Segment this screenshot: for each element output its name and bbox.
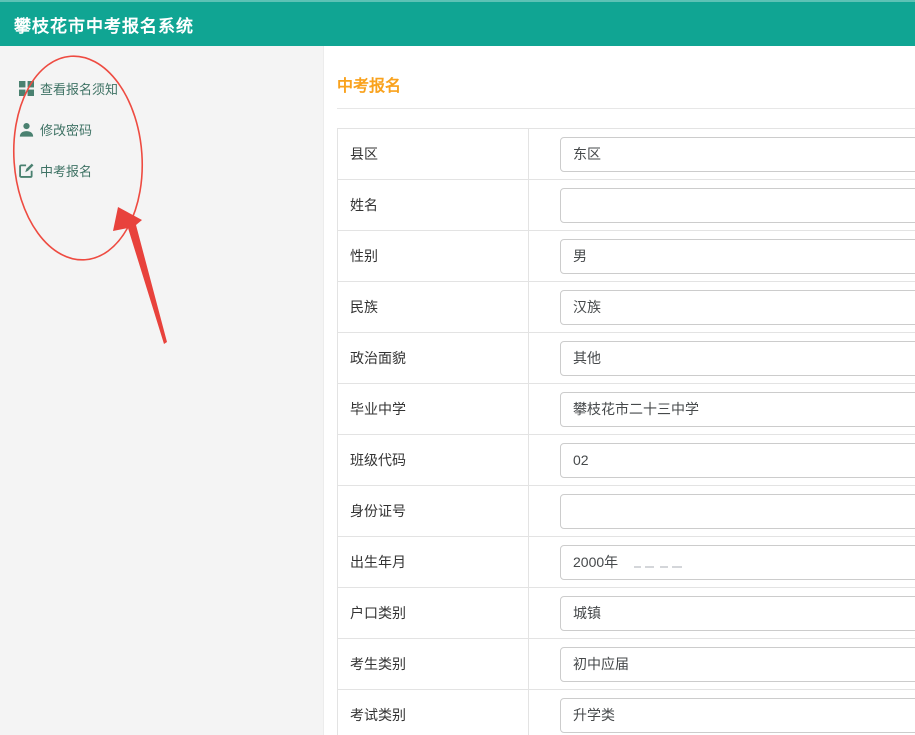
field-value-cell — [529, 282, 915, 332]
field-input[interactable] — [560, 647, 915, 682]
sidebar-item-change-password[interactable]: 修改密码 — [19, 120, 323, 138]
field-input[interactable] — [560, 596, 915, 631]
field-label: 民族 — [338, 282, 529, 332]
sidebar-nav: 查看报名须知 修改密码 中考报名 — [0, 46, 323, 179]
sidebar: 查看报名须知 修改密码 中考报名 — [0, 46, 324, 735]
field-label: 户口类别 — [338, 588, 529, 638]
page-title: 中考报名 — [337, 77, 915, 97]
form-row: 出生年月 — [338, 537, 915, 588]
form-row: 毕业中学 — [338, 384, 915, 435]
field-input[interactable] — [560, 443, 915, 478]
sidebar-item-label: 修改密码 — [40, 120, 92, 139]
field-input[interactable] — [560, 392, 915, 427]
field-value-cell — [529, 180, 915, 230]
form-row: 考试类别 — [338, 690, 915, 735]
sidebar-item-label: 查看报名须知 — [40, 79, 118, 98]
field-input[interactable] — [560, 239, 915, 274]
field-value-cell — [529, 639, 915, 689]
field-value-cell — [529, 231, 915, 281]
field-value-cell — [529, 384, 915, 434]
page-layout: 查看报名须知 修改密码 中考报名 — [0, 46, 915, 735]
field-value-cell — [529, 435, 915, 485]
form-row: 身份证号 — [338, 486, 915, 537]
field-input[interactable] — [560, 137, 915, 172]
field-input[interactable] — [560, 188, 915, 223]
main-content: 中考报名 县区 姓名 — [324, 46, 915, 735]
field-input[interactable] — [560, 494, 915, 529]
field-value-cell — [529, 486, 915, 536]
title-divider — [337, 108, 915, 109]
app-header: 攀枝花市中考报名系统 — [0, 0, 915, 46]
field-input[interactable] — [560, 341, 915, 376]
field-value-cell — [529, 333, 915, 383]
field-input[interactable] — [560, 698, 915, 733]
registration-form-table: 县区 姓名 性别 — [337, 128, 915, 735]
field-label: 班级代码 — [338, 435, 529, 485]
field-label: 性别 — [338, 231, 529, 281]
field-label: 身份证号 — [338, 486, 529, 536]
form-row: 班级代码 — [338, 435, 915, 486]
form-row: 户口类别 — [338, 588, 915, 639]
sidebar-item-label: 中考报名 — [40, 161, 92, 180]
field-label: 出生年月 — [338, 537, 529, 587]
field-value-cell — [529, 588, 915, 638]
field-label: 姓名 — [338, 180, 529, 230]
field-label: 考试类别 — [338, 690, 529, 735]
form-row: 县区 — [338, 129, 915, 180]
field-value-cell — [529, 537, 915, 587]
form-row: 姓名 — [338, 180, 915, 231]
field-input[interactable] — [560, 290, 915, 325]
app-title: 攀枝花市中考报名系统 — [14, 10, 194, 37]
user-icon — [19, 122, 34, 137]
form-row: 性别 — [338, 231, 915, 282]
field-input[interactable] — [560, 545, 915, 580]
sidebar-item-view-notice[interactable]: 查看报名须知 — [19, 79, 323, 97]
field-label: 县区 — [338, 129, 529, 179]
form-row: 考生类别 — [338, 639, 915, 690]
sidebar-item-exam-registration[interactable]: 中考报名 — [19, 161, 323, 179]
form-row: 民族 — [338, 282, 915, 333]
grid-icon — [19, 81, 34, 96]
field-value-cell — [529, 690, 915, 735]
field-label: 政治面貌 — [338, 333, 529, 383]
field-value-cell — [529, 129, 915, 179]
field-label: 考生类别 — [338, 639, 529, 689]
form-row: 政治面貌 — [338, 333, 915, 384]
edit-icon — [19, 163, 34, 178]
field-label: 毕业中学 — [338, 384, 529, 434]
